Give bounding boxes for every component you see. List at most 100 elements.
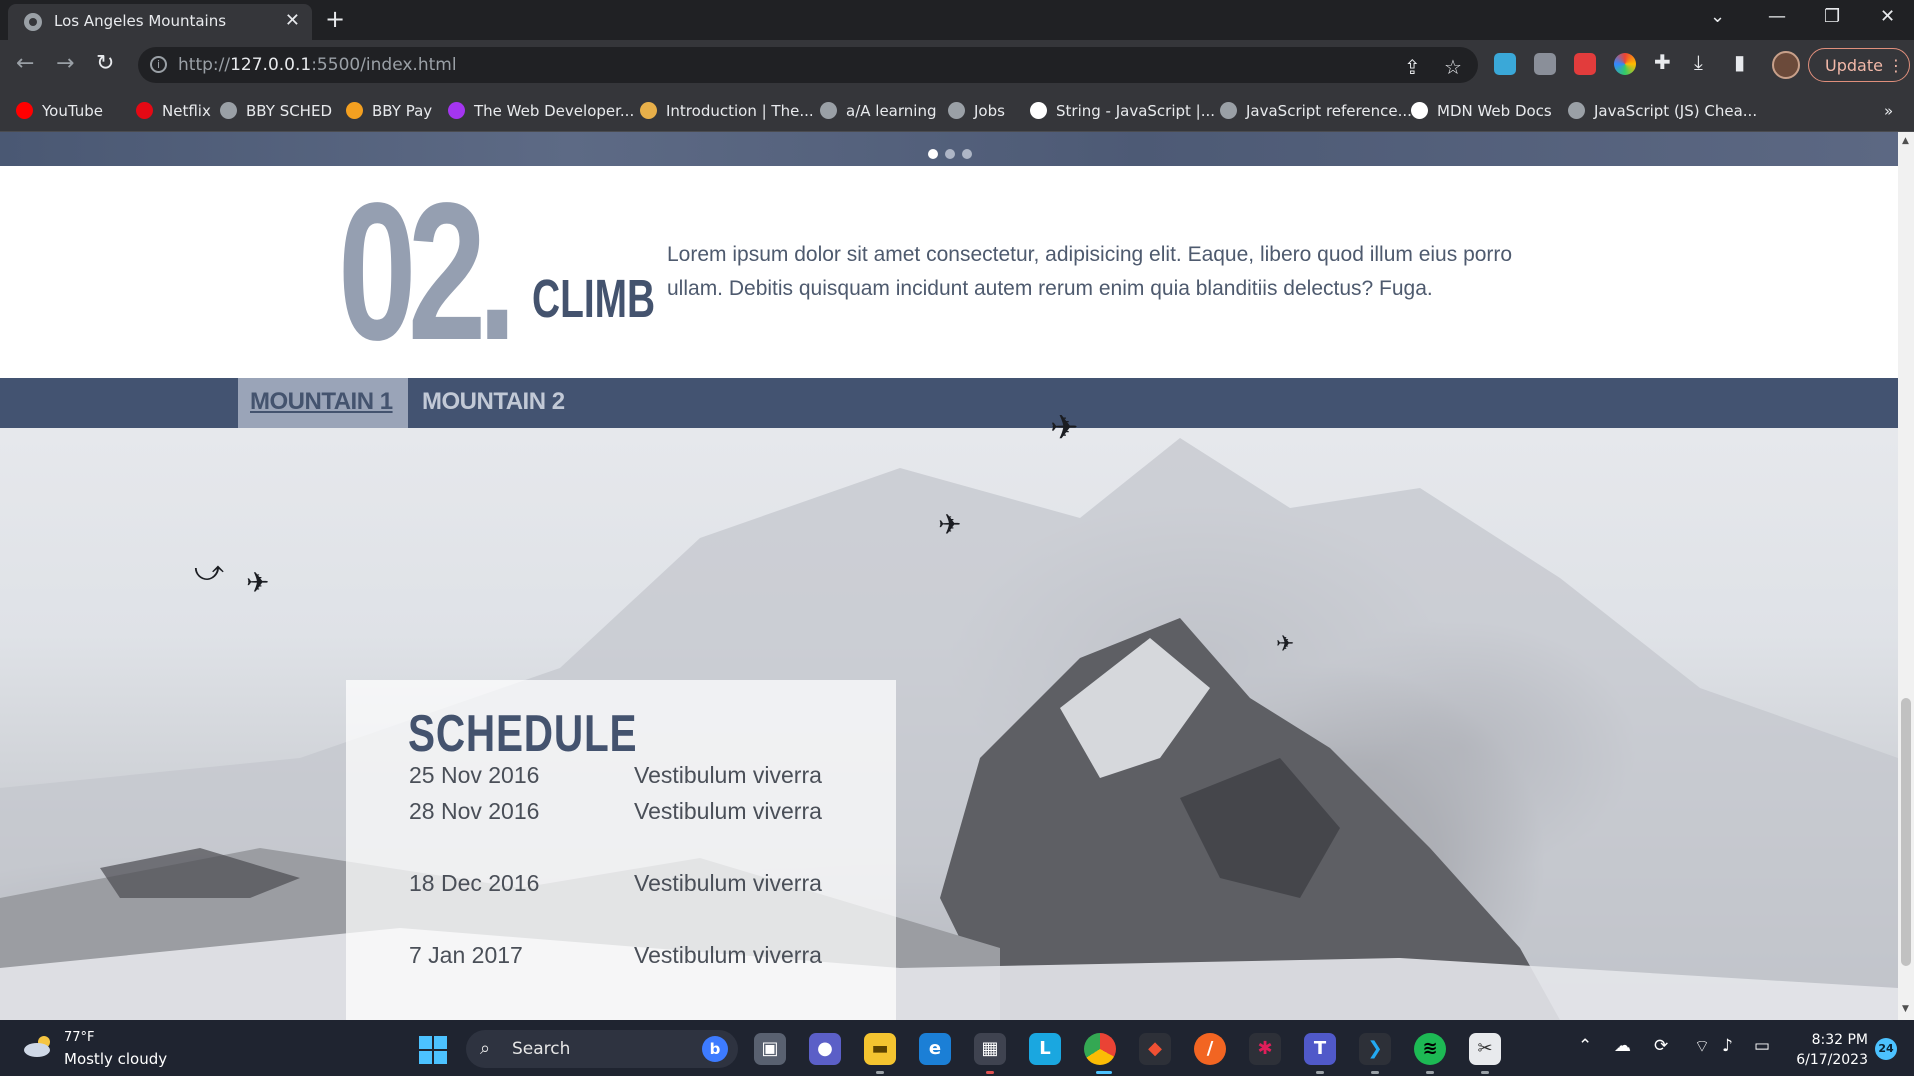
scroll-down-icon[interactable]: ▼ <box>1902 1004 1909 1014</box>
git-icon[interactable]: ◆ <box>1139 1033 1171 1065</box>
weather-temp[interactable]: 77°F <box>64 1030 95 1045</box>
bookmark-favicon-icon <box>1220 102 1237 119</box>
l-app-icon[interactable]: L <box>1029 1033 1061 1065</box>
bookmark-favicon-icon <box>1411 102 1428 119</box>
browser-tab-bar: Los Angeles Mountains ✕ + ⌄ — ❐ ✕ <box>0 0 1914 40</box>
bookmark-item[interactable]: a/A learning <box>820 102 936 120</box>
url-input[interactable]: i http://127.0.0.1:5500/index.html ⇪ ☆ <box>138 47 1478 83</box>
extension-icon[interactable] <box>1574 53 1596 75</box>
bookmark-favicon-icon <box>640 102 657 119</box>
teams-icon[interactable]: T <box>1304 1033 1336 1065</box>
chrome-icon[interactable] <box>1084 1033 1116 1065</box>
download-icon[interactable]: ⤓ <box>1694 50 1703 74</box>
search-icon: ⌕ <box>480 1038 491 1059</box>
side-panel-icon[interactable]: ▮ <box>1734 50 1745 74</box>
volume-icon[interactable]: ♪ <box>1722 1036 1733 1056</box>
close-tab-icon[interactable]: ✕ <box>285 10 300 31</box>
clock[interactable]: 8:32 PM 6/17/2023 <box>1790 1030 1868 1070</box>
notification-badge[interactable]: 24 <box>1875 1038 1897 1060</box>
bookmark-label: YouTube <box>42 102 103 120</box>
mountain-tabs: MOUNTAIN 1 MOUNTAIN 2 <box>0 378 1898 428</box>
scrollbar-thumb[interactable] <box>1901 698 1911 966</box>
close-window-icon[interactable]: ✕ <box>1880 6 1895 27</box>
restore-icon[interactable]: ❐ <box>1824 6 1840 27</box>
snipping-tool-icon[interactable]: ✂ <box>1469 1033 1501 1065</box>
task-view-icon[interactable]: ▣ <box>754 1033 786 1065</box>
step-label: CLIMB <box>532 269 656 329</box>
bookmark-item[interactable]: MDN Web Docs <box>1411 102 1552 120</box>
schedule-desc: Vestibulum viverra <box>634 762 822 788</box>
back-icon[interactable]: ← <box>16 51 34 76</box>
schedule-date: 28 Nov 2016 <box>409 798 540 824</box>
avatar[interactable] <box>1772 51 1800 79</box>
update-button[interactable]: Update ⋮ <box>1808 48 1910 82</box>
schedule-desc: Vestibulum viverra <box>634 942 822 968</box>
bookmark-item[interactable]: JavaScript reference... <box>1220 102 1412 120</box>
bookmark-favicon-icon <box>820 102 837 119</box>
schedule-date: 25 Nov 2016 <box>409 762 540 788</box>
step-description: Lorem ipsum dolor sit amet consectetur, … <box>667 243 1513 300</box>
share-icon[interactable]: ⇪ <box>1404 55 1421 79</box>
globe-icon <box>24 13 42 31</box>
bookmark-item[interactable]: The Web Developer... <box>448 102 634 120</box>
bookmarks-bar: » YouTube Netflix BBY SCHED BBY Pay The Web … <box>0 90 1914 132</box>
bookmark-item[interactable]: JavaScript (JS) Chea... <box>1568 102 1757 120</box>
weather-desc[interactable]: Mostly cloudy <box>64 1050 167 1068</box>
tab-search-icon[interactable]: ⌄ <box>1710 6 1725 27</box>
browser-tab[interactable]: Los Angeles Mountains ✕ <box>8 4 312 40</box>
edge-icon[interactable]: e <box>919 1033 951 1065</box>
carousel-dot[interactable] <box>945 149 955 159</box>
bookmark-item[interactable]: BBY SCHED <box>220 102 332 120</box>
bookmark-label: BBY SCHED <box>246 102 332 120</box>
new-tab-icon[interactable]: + <box>325 5 345 33</box>
running-indicator <box>986 1071 994 1074</box>
bookmark-favicon-icon <box>948 102 965 119</box>
postman-icon[interactable]: / <box>1194 1033 1226 1065</box>
tab-mountain-2[interactable]: MOUNTAIN 2 <box>408 378 578 428</box>
bookmark-label: BBY Pay <box>372 102 433 120</box>
running-indicator <box>1426 1071 1434 1074</box>
carousel-dots <box>928 144 979 163</box>
page-scrollbar[interactable]: ▲ ▼ <box>1898 132 1914 1020</box>
bookmark-item[interactable]: Jobs <box>948 102 1005 120</box>
reload-icon[interactable]: ↻ <box>96 51 114 76</box>
battery-icon[interactable]: ▭ <box>1754 1036 1770 1056</box>
running-indicator <box>1371 1071 1379 1074</box>
puzzle-icon[interactable]: ✚ <box>1654 50 1671 74</box>
bookmark-item[interactable]: Netflix <box>136 102 211 120</box>
chat-icon[interactable]: ● <box>809 1033 841 1065</box>
store-icon[interactable]: ▦ <box>974 1033 1006 1065</box>
onedrive-icon[interactable]: ☁ <box>1614 1036 1631 1056</box>
bookmark-item[interactable]: Introduction | The... <box>640 102 814 120</box>
scroll-up-icon[interactable]: ▲ <box>1902 136 1909 146</box>
windows-start-icon[interactable] <box>419 1036 447 1064</box>
bing-icon[interactable]: b <box>702 1036 728 1062</box>
bird-icon: ✈ <box>938 508 962 541</box>
bookmark-item[interactable]: YouTube <box>16 102 103 120</box>
bookmark-favicon-icon <box>1568 102 1585 119</box>
extension-icon[interactable] <box>1614 53 1636 75</box>
minimize-icon[interactable]: — <box>1768 6 1786 27</box>
wifi-icon[interactable]: ⌔ <box>1694 1036 1710 1057</box>
show-hidden-icons-icon[interactable]: ⌃ <box>1578 1036 1592 1056</box>
file-explorer-icon[interactable]: ▬ <box>864 1033 896 1065</box>
hero-carousel <box>0 132 1898 166</box>
spotify-icon[interactable]: ≋ <box>1414 1033 1446 1065</box>
sync-icon[interactable]: ⟳ <box>1654 1036 1668 1056</box>
carousel-dot[interactable] <box>962 149 972 159</box>
site-info-icon[interactable]: i <box>150 56 167 73</box>
slack-icon[interactable]: ✱ <box>1249 1033 1281 1065</box>
bookmarks-overflow-icon[interactable]: » <box>1884 102 1893 120</box>
tab-mountain-1[interactable]: MOUNTAIN 1 <box>238 378 408 428</box>
bookmark-item[interactable]: String - JavaScript |... <box>1030 102 1215 120</box>
cloud-icon <box>24 1036 50 1057</box>
search-label: Search <box>512 1039 571 1059</box>
vscode-icon[interactable]: ❯ <box>1359 1033 1391 1065</box>
extension-icon[interactable] <box>1494 53 1516 75</box>
carousel-dot[interactable] <box>928 149 938 159</box>
forward-icon[interactable]: → <box>56 51 74 76</box>
bookmark-item[interactable]: BBY Pay <box>346 102 432 120</box>
extension-icon[interactable] <box>1534 53 1556 75</box>
bookmark-star-icon[interactable]: ☆ <box>1444 55 1462 79</box>
taskbar-search[interactable]: ⌕ Search b <box>466 1030 738 1068</box>
